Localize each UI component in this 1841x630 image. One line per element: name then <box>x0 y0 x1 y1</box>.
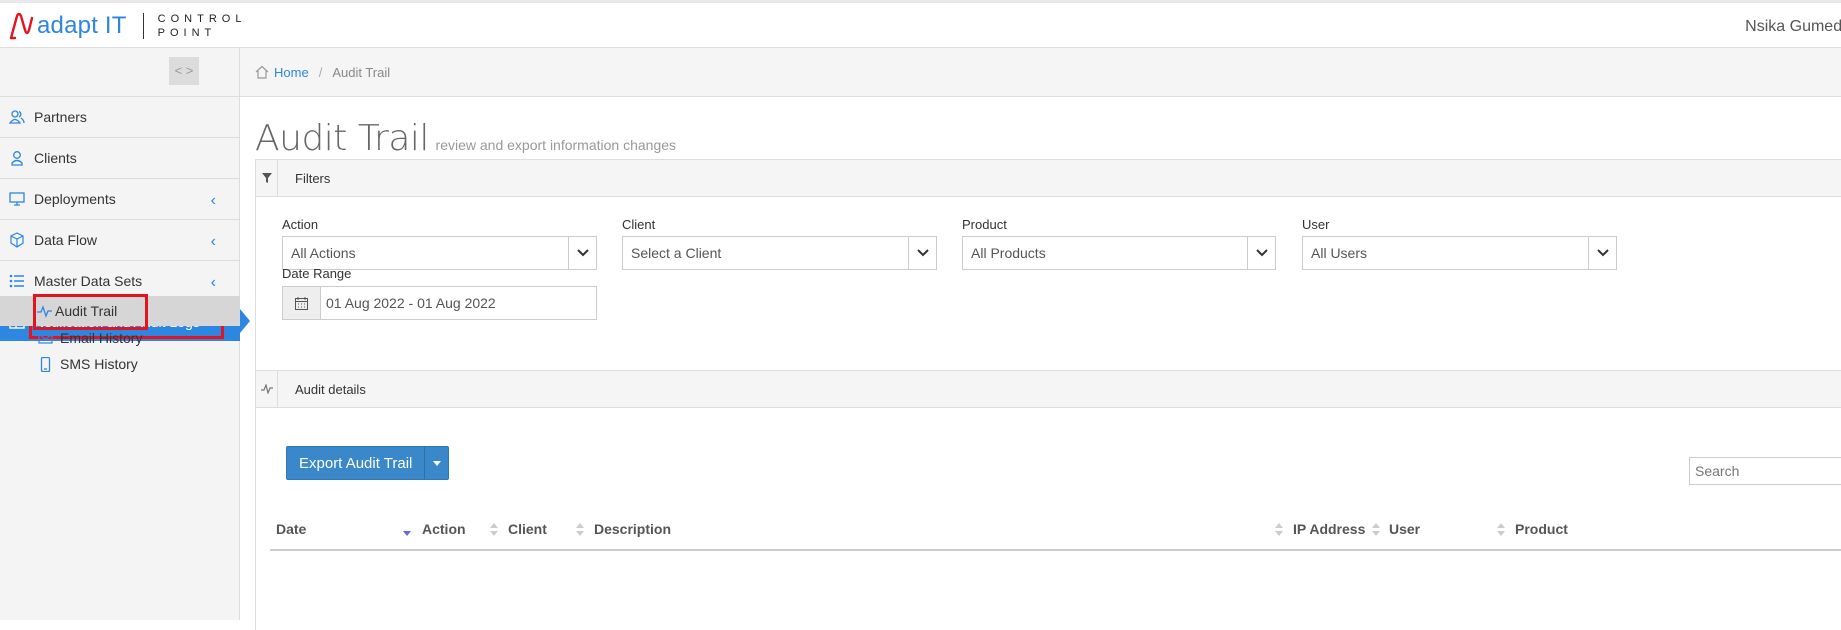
logo[interactable]: adapt IT CONTROL POINT <box>8 9 246 43</box>
chevron-left-icon: ‹ <box>210 233 216 250</box>
calendar-icon[interactable] <box>283 287 321 319</box>
export-audit-trail-button[interactable]: Export Audit Trail <box>286 446 450 480</box>
product-select-value: All Products <box>971 245 1046 261</box>
page-subtitle: review and export information changes <box>435 137 677 153</box>
sort-icon[interactable] <box>576 523 584 537</box>
sidebar-subitem-audit-trail[interactable]: Audit Trail <box>0 294 240 330</box>
partners-icon <box>9 110 25 124</box>
audit-details-header: Audit details <box>256 370 1841 408</box>
main-content: Home / Audit Trail Audit Trail review an… <box>240 48 1841 630</box>
action-label: Action <box>282 217 319 232</box>
product-name: CONTROL POINT <box>158 12 247 40</box>
brand-name: adapt IT <box>37 12 127 39</box>
sidebar-subitem-sms-history[interactable]: SMS History <box>0 349 240 379</box>
sidebar-toggle-button[interactable]: < > <box>169 57 199 85</box>
breadcrumb: Home / Audit Trail <box>240 48 1841 97</box>
sidebar-subitem-label: SMS History <box>60 356 138 372</box>
sort-icon[interactable] <box>1497 523 1505 537</box>
sidebar-item-data-flow[interactable]: Data Flow ‹ <box>0 220 240 261</box>
column-header-client[interactable]: Client <box>508 521 547 537</box>
breadcrumb-current: Audit Trail <box>332 64 391 80</box>
top-bar: adapt IT CONTROL POINT Nsika Gumede <box>0 0 1841 48</box>
sidebar: < > Partners Clients Deployments ‹ Data … <box>0 48 250 620</box>
logo-divider <box>142 13 144 39</box>
sort-icon[interactable] <box>490 523 498 537</box>
sidebar-item-deployments[interactable]: Deployments ‹ <box>0 179 240 220</box>
client-select-value: Select a Client <box>631 245 722 261</box>
list-icon <box>9 274 24 288</box>
breadcrumb-home-link[interactable]: Home <box>274 65 309 80</box>
column-header-product[interactable]: Product <box>1515 521 1568 537</box>
envelope-icon <box>38 333 53 344</box>
search-input[interactable] <box>1689 457 1841 485</box>
product-name-line2: POINT <box>157 27 217 39</box>
product-name-line1: CONTROL <box>157 13 247 25</box>
sidebar-item-clients[interactable]: Clients <box>0 138 240 179</box>
date-range-label: Date Range <box>282 266 352 281</box>
column-header-user[interactable]: User <box>1389 521 1420 537</box>
chevron-left-icon: ‹ <box>210 274 216 291</box>
sort-icon[interactable] <box>1275 523 1283 537</box>
export-button-label: Export Audit Trail <box>299 454 413 472</box>
filters-panel-header: Filters <box>256 159 1841 197</box>
user-label: User <box>1302 217 1330 232</box>
caret-down-icon[interactable] <box>424 447 448 479</box>
sidebar-item-label: Partners <box>34 109 87 125</box>
column-header-ip-address[interactable]: IP Address <box>1293 521 1365 537</box>
column-header-description[interactable]: Description <box>594 521 671 537</box>
filter-icon <box>256 159 278 197</box>
client-icon <box>11 151 23 166</box>
user-select-value: All Users <box>1311 245 1368 261</box>
filters-panel: Filters Action All Actions Client Select… <box>255 159 1841 402</box>
audit-details-panel: Audit details Export Audit Trail Date Ac… <box>255 370 1841 630</box>
page-title-text: Audit Trail <box>255 118 429 159</box>
sidebar-item-label: Master Data Sets <box>34 273 143 289</box>
filters-heading: Filters <box>295 170 331 186</box>
cube-icon <box>10 232 24 248</box>
chevron-down-icon[interactable] <box>1588 237 1616 269</box>
product-select[interactable]: All Products <box>962 236 1276 270</box>
action-select-value: All Actions <box>291 245 356 261</box>
home-icon <box>255 65 269 79</box>
client-select[interactable]: Select a Client <box>622 236 937 270</box>
sort-desc-icon[interactable] <box>403 523 411 537</box>
column-header-action[interactable]: Action <box>422 521 466 537</box>
sidebar-item-label: Data Flow <box>34 232 98 248</box>
chevron-down-icon[interactable] <box>568 237 596 269</box>
date-range-input[interactable]: 01 Aug 2022 - 01 Aug 2022 <box>282 286 597 320</box>
column-header-date[interactable]: Date <box>276 521 306 537</box>
activity-icon <box>256 370 278 408</box>
sidebar-item-label: Clients <box>34 150 77 166</box>
chevron-down-icon[interactable] <box>1247 237 1275 269</box>
page-title: Audit Trail review and export informatio… <box>255 118 676 159</box>
user-select[interactable]: All Users <box>1302 236 1617 270</box>
chevron-left-icon: ‹ <box>210 192 216 209</box>
product-label: Product <box>962 217 1007 232</box>
sort-icon[interactable] <box>1372 523 1380 537</box>
sidebar-item-partners[interactable]: Partners <box>0 97 240 138</box>
client-label: Client <box>622 217 656 232</box>
action-select[interactable]: All Actions <box>282 236 597 270</box>
table-header-divider <box>270 549 1841 551</box>
audit-details-heading: Audit details <box>295 381 366 397</box>
date-range-value: 01 Aug 2022 - 01 Aug 2022 <box>326 295 496 311</box>
breadcrumb-separator: / <box>318 64 323 80</box>
chevron-down-icon[interactable] <box>908 237 936 269</box>
user-menu[interactable]: Nsika Gumede <box>1745 18 1841 36</box>
sidebar-item-label: Deployments <box>34 191 116 207</box>
sidebar-subitem-label: Email History <box>60 330 143 346</box>
monitor-icon <box>9 192 25 206</box>
chevron-left-right-icon: < > <box>174 63 194 78</box>
mobile-icon <box>40 357 51 372</box>
adapt-it-logo-icon <box>9 12 34 40</box>
